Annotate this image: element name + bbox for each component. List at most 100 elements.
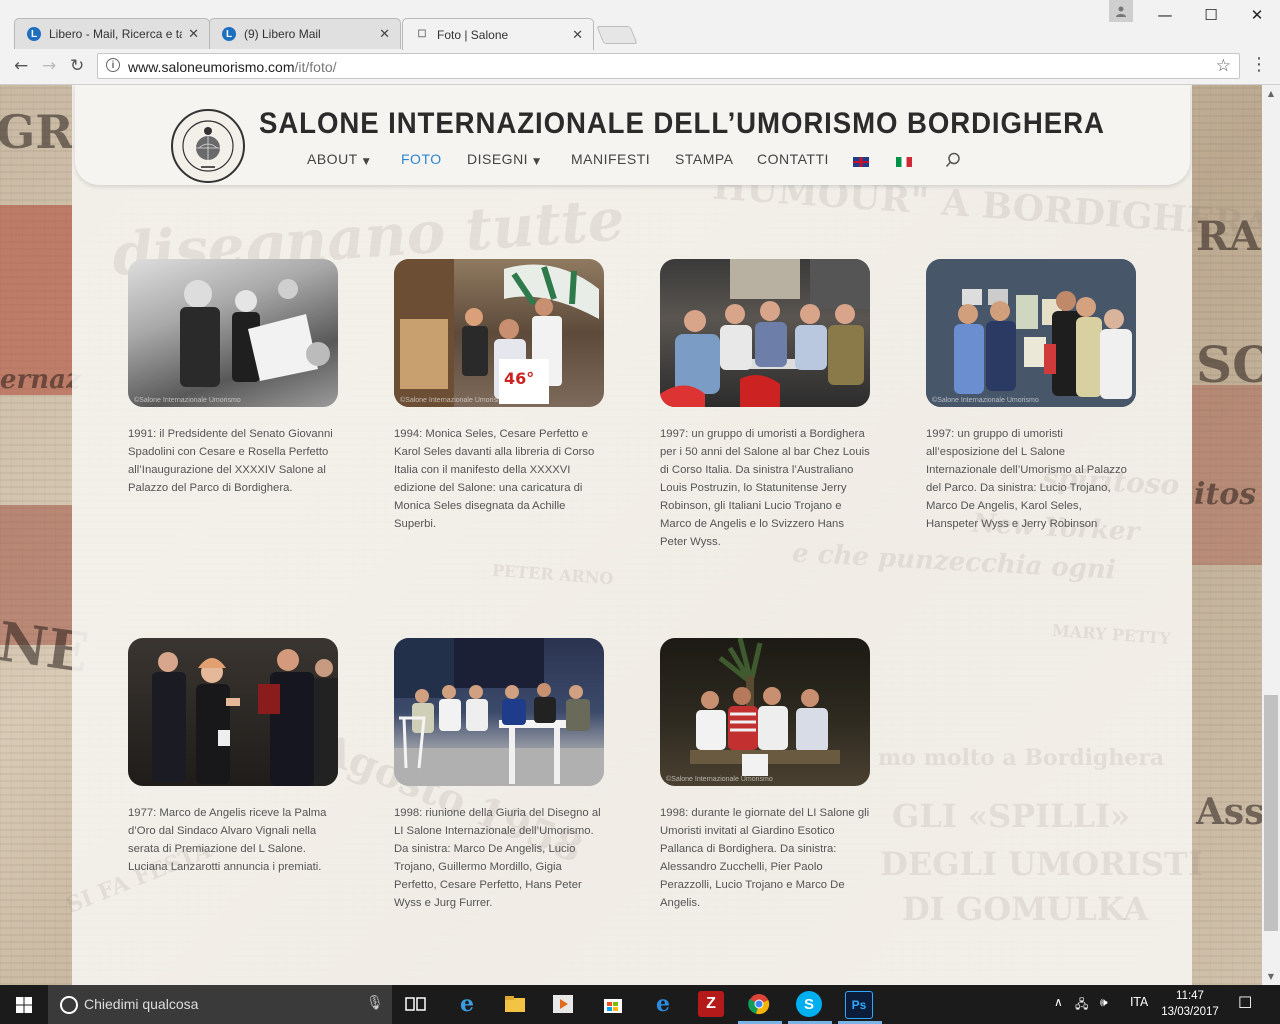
clock-date: 13/03/2017 (1161, 1006, 1219, 1018)
scroll-up-icon[interactable]: ▲ (1262, 85, 1280, 102)
photo-caption: 1997: un gruppo di umoristi a Bordighera… (660, 428, 870, 548)
gallery-item[interactable]: 1977: Marco de Angelis riceve la Palma d… (128, 638, 338, 876)
newspaper-text: itos (1194, 477, 1257, 512)
minimize-button[interactable]: — (1142, 0, 1188, 30)
photo-caption: 1997: un gruppo di umoristi all’esposizi… (926, 428, 1127, 530)
nav-about[interactable]: ABOUT ▼ (307, 151, 370, 167)
notifications-icon[interactable]: ☐ (1238, 993, 1252, 1012)
tab-libero-mail[interactable]: L (9) Libero Mail ✕ (209, 18, 401, 49)
english-flag-icon[interactable] (853, 157, 869, 167)
skype-icon[interactable]: S (796, 991, 822, 1017)
chevron-up-icon[interactable]: ∧ (1054, 995, 1063, 1009)
microphone-icon[interactable]: 🎙︎ (366, 995, 384, 1011)
nav-label: CONTATTI (757, 151, 829, 167)
nav-manifesti[interactable]: MANIFESTI (571, 151, 650, 167)
internet-explorer-icon[interactable]: e (650, 991, 676, 1017)
close-tab-icon[interactable]: ✕ (188, 26, 199, 42)
tab-title: Foto | Salone (437, 27, 509, 42)
page-icon: ☐ (417, 29, 427, 40)
browser-titlebar: L Libero - Mail, Ricerca e ta ✕ L (9) Li… (0, 0, 1280, 50)
user-icon (1116, 6, 1126, 17)
chrome-icon[interactable] (746, 991, 772, 1017)
site-header: SALONE INTERNAZIONALE DELL’UMORISMO BORD… (75, 85, 1190, 185)
store-icon[interactable] (600, 991, 626, 1017)
clock[interactable]: 11:47 13/03/2017 (1158, 988, 1222, 1020)
gallery-item[interactable]: 1997: un gruppo di umoristi a Bordighera… (660, 259, 870, 551)
file-explorer-icon[interactable] (502, 991, 528, 1017)
site-title[interactable]: SALONE INTERNAZIONALE DELL’UMORISMO BORD… (259, 107, 1105, 141)
libero-icon: L (27, 27, 41, 41)
tab-foto-salone[interactable]: ☐ Foto | Salone ✕ (402, 18, 594, 50)
gallery-photo[interactable] (394, 638, 604, 786)
windows-taskbar: Chiedimi qualcosa 🎙︎ e e Z S Ps ∧ 🖧︎ 🕪︎ … (0, 985, 1280, 1024)
page-viewport: GR NE ernaz RA SO itos Ass HUMOUR" A BOR… (0, 85, 1262, 985)
gallery-item[interactable]: ©Salone Internazionale Umorismo 1997: un… (926, 259, 1136, 533)
newspaper-text: PETER ARNO (491, 560, 614, 589)
tab-libero-search[interactable]: L Libero - Mail, Ricerca e ta ✕ (14, 18, 210, 49)
gallery-photo[interactable]: ©Salone Internazionale Umorismo (128, 259, 338, 407)
photo-image (152, 649, 338, 786)
gallery-item[interactable]: 46° ©Salone Internazionale Umorismo 1994… (394, 259, 604, 533)
photo-watermark: ©Salone Internazionale Umorismo (666, 776, 773, 783)
start-button[interactable] (0, 985, 48, 1024)
photo-caption: 1998: durante le giornate del LI Salone … (660, 807, 870, 909)
profile-button[interactable] (1109, 0, 1133, 22)
photo-watermark: ©Salone Internazionale Umorismo (932, 397, 1039, 404)
site-logo[interactable] (171, 109, 245, 183)
bookmark-star-icon[interactable]: ☆ (1216, 56, 1231, 76)
photo-watermark: ©Salone Internazionale Umorismo (134, 397, 241, 404)
vertical-scrollbar[interactable]: ▲ ▼ (1262, 85, 1280, 985)
nav-stampa[interactable]: STAMPA (675, 151, 734, 167)
nav-label: ABOUT (307, 151, 358, 167)
gallery-item[interactable]: ©Salone Internazionale Umorismo 1991: il… (128, 259, 338, 497)
photo-caption: 1998: riunione della Giuria del Disegno … (394, 807, 601, 909)
maximize-button[interactable]: ☐ (1188, 0, 1234, 30)
italian-flag-icon[interactable] (896, 157, 912, 167)
nav-label: FOTO (401, 151, 442, 167)
search-icon[interactable] (945, 152, 961, 168)
new-tab-button[interactable] (596, 26, 638, 44)
cortana-search[interactable]: Chiedimi qualcosa 🎙︎ (48, 985, 392, 1024)
gallery-photo[interactable] (128, 638, 338, 786)
reload-icon[interactable]: ↻ (70, 56, 84, 76)
photo-image (394, 638, 604, 786)
forward-icon[interactable]: → (42, 56, 56, 76)
clock-time: 11:47 (1176, 990, 1204, 1002)
search-placeholder: Chiedimi qualcosa (84, 996, 199, 1012)
filezilla-icon[interactable]: Z (698, 991, 724, 1017)
media-player-icon[interactable] (550, 991, 576, 1017)
windows-logo-icon (16, 996, 32, 1013)
newspaper-text: Ass (1196, 791, 1262, 833)
gallery-photo[interactable]: ©Salone Internazionale Umorismo (926, 259, 1136, 407)
photo-image: 46° (394, 259, 599, 407)
info-icon[interactable]: i (106, 58, 120, 72)
gallery-photo[interactable]: ©Salone Internazionale Umorismo (660, 638, 870, 786)
newspaper-text: GR (0, 105, 74, 159)
photoshop-icon[interactable]: Ps (845, 991, 873, 1019)
photo-caption: 1991: il Predsidente del Senato Giovanni… (128, 428, 333, 494)
photo-image (660, 259, 870, 407)
scroll-down-icon[interactable]: ▼ (1262, 968, 1280, 985)
close-tab-icon[interactable]: ✕ (572, 27, 583, 43)
close-tab-icon[interactable]: ✕ (379, 26, 390, 42)
newspaper-text: GLI «SPILLI» (892, 797, 1131, 835)
scrollbar-thumb[interactable] (1264, 695, 1278, 931)
address-bar[interactable]: i www.saloneumorismo.com/it/foto/ ☆ (97, 53, 1240, 79)
nav-foto[interactable]: FOTO (401, 151, 442, 167)
back-icon[interactable]: ← (14, 56, 28, 76)
close-window-button[interactable]: ✕ (1234, 0, 1280, 30)
gallery-photo[interactable]: 46° ©Salone Internazionale Umorismo (394, 259, 604, 407)
edge-browser-icon[interactable]: e (454, 991, 480, 1017)
logo-seal-icon (182, 120, 234, 172)
network-icon[interactable]: 🖧︎ (1075, 995, 1088, 1016)
nav-disegni[interactable]: DISEGNI ▼ (467, 151, 541, 167)
gallery-item[interactable]: ©Salone Internazionale Umorismo 1998: du… (660, 638, 870, 912)
gallery-item[interactable]: 1998: riunione della Giuria del Disegno … (394, 638, 604, 912)
chrome-menu-icon[interactable]: ⋮ (1250, 56, 1268, 74)
nav-contatti[interactable]: CONTATTI (757, 151, 829, 167)
language-indicator[interactable]: ITA (1130, 995, 1148, 1009)
task-view-icon[interactable] (403, 991, 429, 1017)
photo-image (690, 638, 840, 776)
gallery-photo[interactable] (660, 259, 870, 407)
volume-icon[interactable]: 🕪︎ (1100, 995, 1108, 1010)
